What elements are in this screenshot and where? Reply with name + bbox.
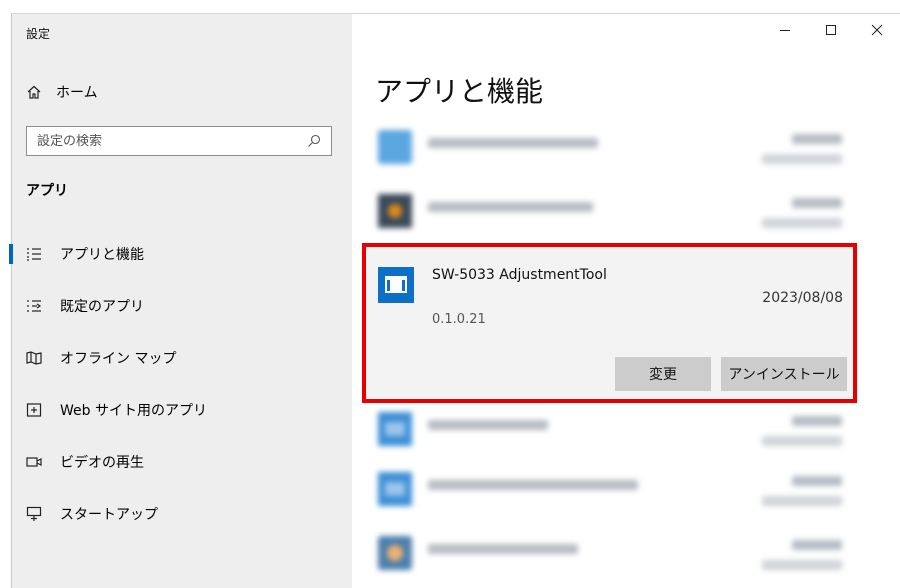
sidebar-item-label: 既定のアプリ	[60, 299, 144, 315]
modify-button[interactable]: 変更	[615, 357, 711, 391]
minimize-button[interactable]	[762, 14, 808, 46]
search-box[interactable]	[26, 126, 332, 156]
maximize-icon	[826, 25, 836, 35]
minimize-icon	[780, 30, 790, 31]
sidebar-item-apps-features[interactable]: アプリと機能	[9, 236, 352, 272]
startup-icon	[26, 506, 42, 521]
list-item[interactable]	[362, 400, 857, 460]
sidebar: 設定 ホーム アプリ アプリと機能 既定のアプリ オフライン マップ Web サ…	[9, 14, 352, 588]
sidebar-item-default-apps[interactable]: 既定のアプリ	[12, 288, 352, 324]
maximize-button[interactable]	[808, 14, 854, 46]
sidebar-item-video-playback[interactable]: ビデオの再生	[12, 444, 352, 480]
default-apps-icon	[27, 300, 42, 312]
list-item[interactable]	[362, 182, 857, 242]
uninstall-button[interactable]: アンインストール	[721, 357, 847, 391]
sidebar-home[interactable]: ホーム	[26, 80, 98, 104]
map-icon	[26, 351, 42, 365]
section-title: アプリ	[26, 183, 68, 199]
home-icon	[27, 85, 41, 99]
sidebar-item-label: ビデオの再生	[60, 455, 144, 471]
selected-app-item[interactable]: SW-5033 AdjustmentTool 2023/08/08 0.1.0.…	[362, 243, 857, 403]
app-icon	[378, 130, 412, 164]
search-icon	[308, 134, 321, 147]
sidebar-item-offline-maps[interactable]: オフライン マップ	[12, 340, 352, 376]
app-window-icon	[378, 267, 414, 303]
search-input[interactable]	[37, 133, 277, 149]
sidebar-item-label: Web サイト用のアプリ	[60, 403, 207, 419]
close-button[interactable]	[854, 14, 900, 46]
app-icon	[378, 536, 412, 570]
app-name: SW-5033 AdjustmentTool	[432, 267, 607, 283]
sidebar-item-label: オフライン マップ	[60, 351, 177, 367]
app-version: 0.1.0.21	[432, 312, 486, 327]
sidebar-item-web-apps[interactable]: Web サイト用のアプリ	[12, 392, 352, 428]
app-icon	[378, 194, 412, 228]
window-title: 設定	[26, 27, 51, 41]
sidebar-item-label: アプリと機能	[60, 247, 144, 263]
list-item[interactable]	[362, 118, 857, 178]
list-item[interactable]	[362, 460, 857, 520]
app-icon	[378, 472, 412, 506]
sidebar-home-label: ホーム	[56, 85, 98, 101]
sidebar-item-label: スタートアップ	[60, 507, 158, 523]
app-install-date: 2023/08/08	[762, 290, 843, 306]
list-item[interactable]	[362, 524, 857, 584]
page-title: アプリと機能	[375, 75, 544, 108]
web-app-icon	[26, 403, 42, 417]
app-icon	[378, 412, 412, 446]
window-controls	[762, 14, 900, 46]
video-icon	[26, 457, 42, 467]
close-icon	[871, 24, 883, 36]
sidebar-item-startup[interactable]: スタートアップ	[12, 496, 352, 532]
list-icon	[27, 248, 41, 261]
